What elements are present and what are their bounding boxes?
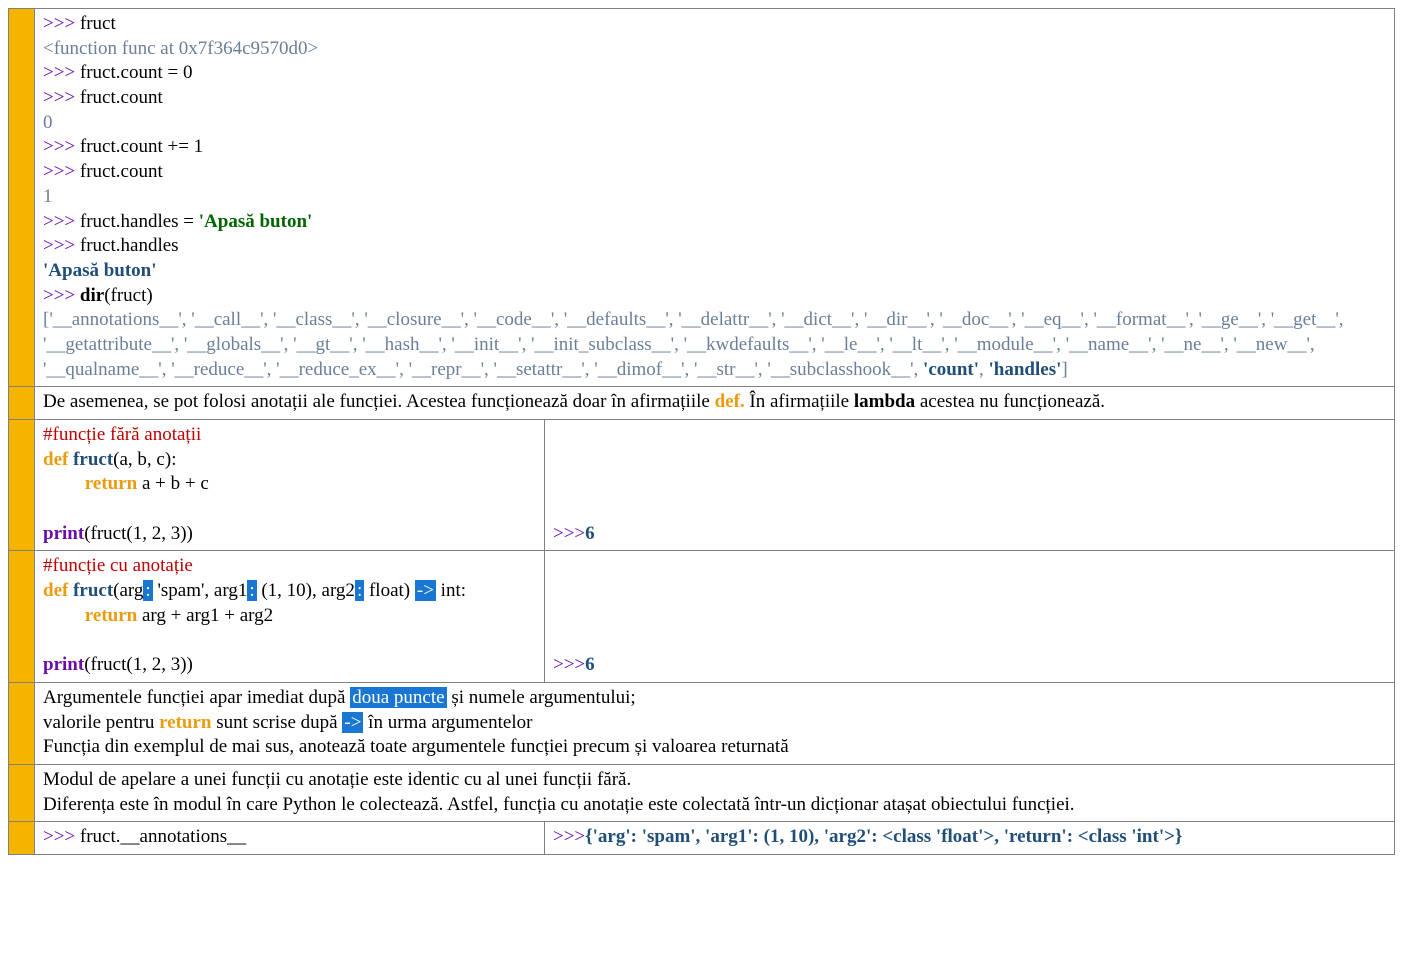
arg-part: (1, 10), arg2 bbox=[257, 580, 355, 601]
output-cell: >>>6 bbox=[545, 551, 1395, 682]
repl-output: <function func at 0x7f364c9570d0> bbox=[43, 37, 1386, 62]
text: În afirmațiile bbox=[745, 391, 854, 412]
highlight-doua-puncte: doua puncte bbox=[350, 687, 446, 708]
prompt: >>> bbox=[43, 211, 80, 232]
keyword-def: def bbox=[43, 580, 73, 601]
dir-close: ] bbox=[1061, 359, 1067, 380]
row-stripe bbox=[9, 764, 35, 821]
row-stripe bbox=[9, 551, 35, 682]
colon-highlight: : bbox=[247, 580, 256, 601]
expr: a + b + c bbox=[137, 473, 209, 494]
repl-output: 1 bbox=[43, 185, 1386, 210]
keyword-def: def bbox=[43, 449, 73, 470]
text: Funcția din exemplul de mai sus, anoteaz… bbox=[43, 735, 1386, 760]
code: fruct.count bbox=[80, 161, 163, 182]
string-literal: 'Apasă buton' bbox=[199, 211, 313, 232]
dir-output: ['__annotations__', '__call__', '__class… bbox=[43, 308, 1386, 382]
arg-part: 'spam', arg1 bbox=[153, 580, 248, 601]
dir-sep: , bbox=[979, 359, 989, 380]
output-cell: >>>6 bbox=[545, 420, 1395, 551]
out-value: 6 bbox=[585, 654, 595, 675]
annotations-code: >>> fruct.__annotations__ bbox=[35, 822, 545, 855]
document-table: >>> fruct <function func at 0x7f364c9570… bbox=[8, 8, 1395, 855]
expr: arg + arg1 + arg2 bbox=[137, 605, 273, 626]
out-prompt: >>> bbox=[553, 826, 585, 847]
text: în urma argumentelor bbox=[363, 712, 532, 733]
colon-highlight: : bbox=[143, 580, 152, 601]
keyword-print: print bbox=[43, 654, 84, 675]
keyword-return: return bbox=[85, 473, 137, 494]
out-prompt: >>> bbox=[553, 523, 585, 544]
args: (a, b, c): bbox=[113, 449, 176, 470]
code: fruct bbox=[80, 13, 116, 34]
code-no-annotation: #funcție fără anotații def fruct(a, b, c… bbox=[35, 420, 545, 551]
out-value: {'arg': 'spam', 'arg1': (1, 10), 'arg2':… bbox=[585, 826, 1182, 847]
code: fruct.handles = bbox=[80, 211, 199, 232]
function-name: fruct bbox=[73, 449, 113, 470]
keyword-return: return bbox=[85, 605, 137, 626]
print-args: (fruct(1, 2, 3)) bbox=[84, 523, 193, 544]
repl-output: 'Apasă buton' bbox=[43, 259, 1386, 284]
code: fruct.__annotations__ bbox=[80, 826, 246, 847]
prompt: >>> bbox=[43, 136, 80, 157]
keyword-def: def. bbox=[715, 391, 745, 412]
code: fruct.handles bbox=[80, 235, 179, 256]
dir-list: ['__annotations__', '__call__', '__class… bbox=[43, 309, 1344, 379]
arg-part: int: bbox=[436, 580, 466, 601]
arg-part: float) bbox=[364, 580, 415, 601]
prompt: >>> bbox=[43, 13, 80, 34]
annotation-explain-2: Modul de apelare a unei funcții cu anota… bbox=[35, 764, 1395, 821]
arg-part: (arg bbox=[113, 580, 143, 601]
prompt: >>> bbox=[43, 235, 80, 256]
prompt: >>> bbox=[43, 161, 80, 182]
code-with-annotation: #funcție cu anotație def fruct(arg: 'spa… bbox=[35, 551, 545, 682]
comment: #funcție fără anotații bbox=[43, 423, 536, 448]
annotation-intro: De asemenea, se pot folosi anotații ale … bbox=[35, 387, 1395, 420]
keyword-print: print bbox=[43, 523, 84, 544]
keyword-return: return bbox=[159, 712, 211, 733]
prompt: >>> bbox=[43, 87, 80, 108]
code: fruct.count = 0 bbox=[80, 62, 193, 83]
colon-highlight: : bbox=[355, 580, 364, 601]
repl-block: >>> fruct <function func at 0x7f364c9570… bbox=[35, 9, 1395, 387]
row-stripe bbox=[9, 822, 35, 855]
text: valorile pentru bbox=[43, 712, 159, 733]
code: fruct.count bbox=[80, 87, 163, 108]
prompt: >>> bbox=[43, 826, 80, 847]
highlight-arrow: -> bbox=[342, 712, 363, 733]
dir-call: dir bbox=[80, 285, 104, 306]
text: sunt scrise după bbox=[212, 712, 343, 733]
annotation-explain-1: Argumentele funcției apar imediat după d… bbox=[35, 682, 1395, 764]
code: fruct.count += 1 bbox=[80, 136, 203, 157]
text: De asemenea, se pot folosi anotații ale … bbox=[43, 391, 715, 412]
annotations-output: >>>{'arg': 'spam', 'arg1': (1, 10), 'arg… bbox=[545, 822, 1395, 855]
text: Argumentele funcției apar imediat după bbox=[43, 687, 350, 708]
function-name: fruct bbox=[73, 580, 113, 601]
row-stripe bbox=[9, 420, 35, 551]
code: (fruct) bbox=[104, 285, 153, 306]
out-prompt: >>> bbox=[553, 654, 585, 675]
prompt: >>> bbox=[43, 62, 80, 83]
row-stripe bbox=[9, 9, 35, 387]
text: Modul de apelare a unei funcții cu anota… bbox=[43, 768, 1386, 793]
dir-item-count: 'count' bbox=[923, 359, 979, 380]
text: Diferența este în modul în care Python l… bbox=[43, 793, 1386, 818]
keyword-lambda: lambda bbox=[854, 391, 915, 412]
row-stripe bbox=[9, 682, 35, 764]
row-stripe bbox=[9, 387, 35, 420]
dir-item-handles: 'handles' bbox=[989, 359, 1062, 380]
out-value: 6 bbox=[585, 523, 595, 544]
arrow-highlight: -> bbox=[415, 580, 436, 601]
print-args: (fruct(1, 2, 3)) bbox=[84, 654, 193, 675]
prompt: >>> bbox=[43, 285, 80, 306]
text: și numele argumentului; bbox=[447, 687, 636, 708]
repl-output: 0 bbox=[43, 111, 1386, 136]
text: acestea nu funcționează. bbox=[915, 391, 1105, 412]
comment: #funcție cu anotație bbox=[43, 554, 536, 579]
